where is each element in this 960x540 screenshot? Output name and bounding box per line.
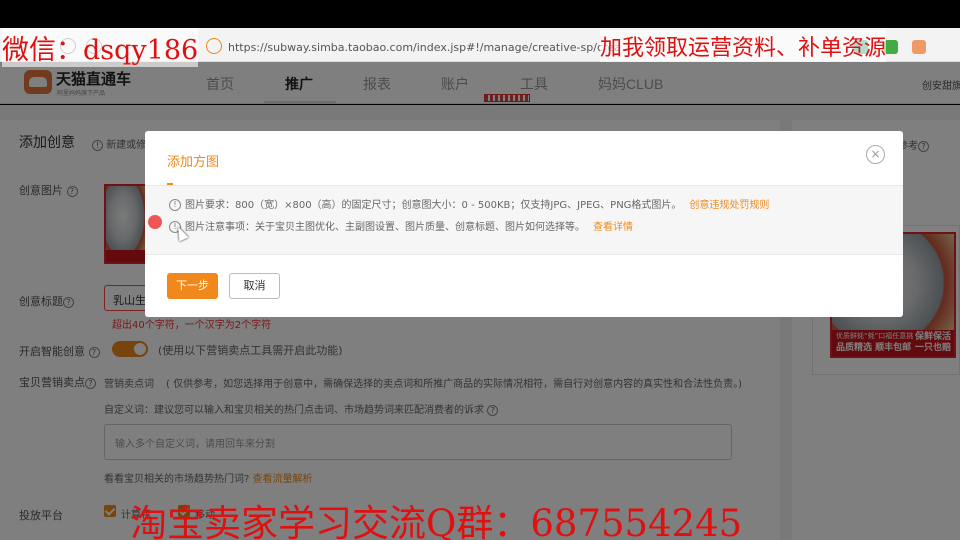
watermark-qq-group: 淘宝卖家学习交流Q群：687554245	[130, 502, 743, 540]
extension-icon[interactable]	[912, 40, 926, 54]
notice-image-requirements: ! 图片要求：800（宽）×800（高）的固定尺寸；创意图大小：0 - 500KB…	[169, 196, 769, 211]
watermark-resources: 加我领取运营资料、补单资源	[600, 30, 887, 62]
next-step-button[interactable]: 下一步	[167, 273, 218, 299]
lock-icon	[206, 38, 222, 54]
view-details-link[interactable]: 查看详情	[593, 222, 633, 233]
add-square-image-dialog: 添加方图 × ! 图片要求：800（宽）×800（高）的固定尺寸；创意图大小：0 …	[145, 131, 903, 317]
dialog-title: 添加方图	[167, 155, 220, 170]
dialog-divider	[145, 254, 903, 255]
dialog-notice-box: ! 图片要求：800（宽）×800（高）的固定尺寸；创意图大小：0 - 500KB…	[145, 186, 903, 254]
watermark-wechat: 微信：dsqy186	[2, 28, 199, 67]
address-url[interactable]: https://subway.simba.taobao.com/index.js…	[228, 41, 621, 54]
notice-image-tips: ! 图片注意事项：关于宝贝主图优化、主副图设置、图片质量、创意标题、图片如何选择等…	[169, 218, 633, 233]
info-icon: !	[169, 199, 181, 211]
click-highlight-dot	[148, 215, 162, 229]
extension-plus-icon[interactable]	[884, 40, 898, 54]
cancel-button[interactable]: 取消	[229, 273, 280, 299]
window-titlebar	[0, 0, 960, 28]
violation-rules-link[interactable]: 创意违规处罚规则	[689, 200, 769, 211]
close-icon[interactable]: ×	[866, 145, 885, 164]
